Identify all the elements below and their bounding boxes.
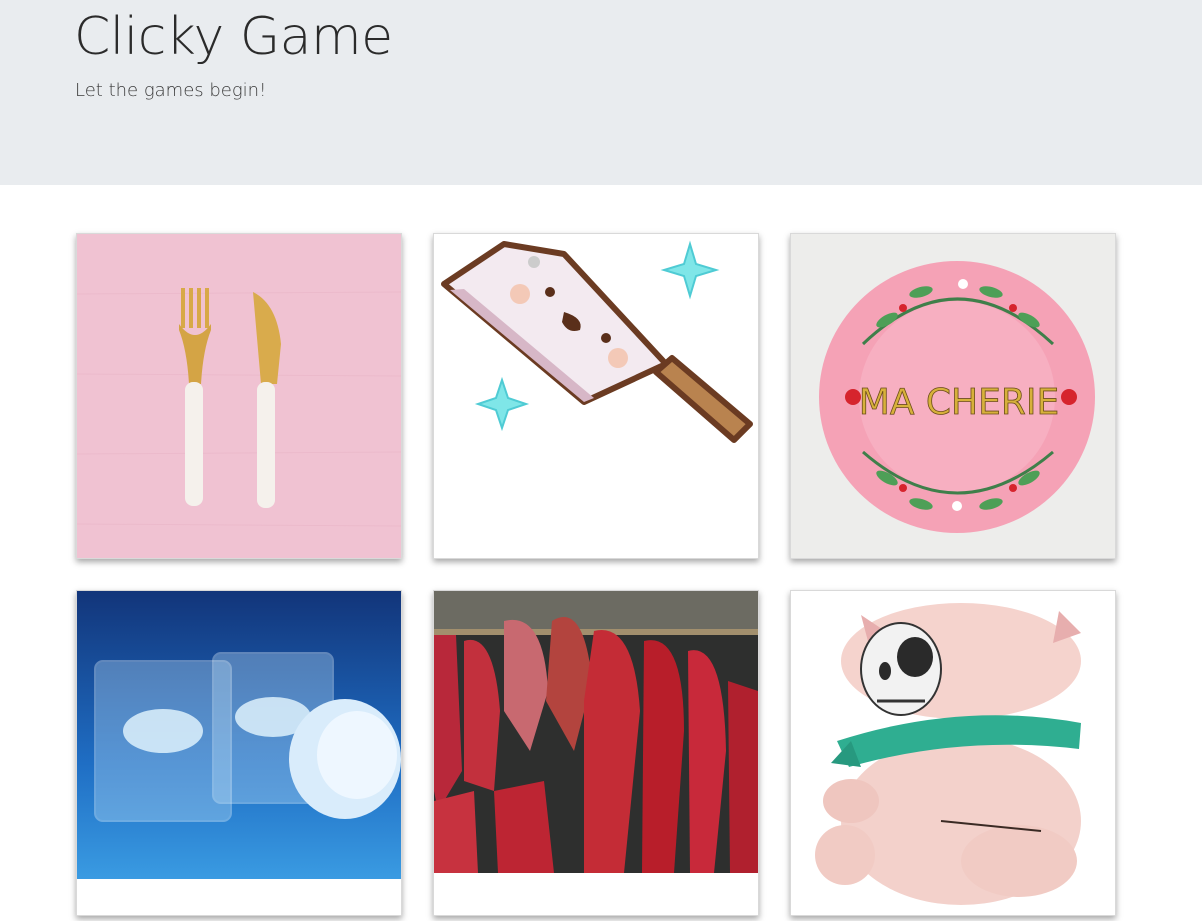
fork-knife-image	[77, 234, 401, 558]
page-title: Clicky Game	[74, 7, 393, 67]
hanging-meat-image	[434, 591, 758, 873]
cleaver-image	[434, 234, 758, 558]
plate-text: MA CHERIE	[859, 382, 1059, 423]
ice-glasses-image	[77, 591, 401, 879]
card-plate[interactable]: MA CHERIE	[790, 233, 1116, 559]
card-pig-jar[interactable]	[790, 590, 1116, 916]
card-fork-knife[interactable]	[76, 233, 402, 559]
card-ice-glasses[interactable]	[76, 590, 402, 916]
plate-image: MA CHERIE	[791, 234, 1115, 558]
card-cleaver[interactable]	[433, 233, 759, 559]
header-jumbotron: Clicky Game Let the games begin!	[0, 0, 1202, 185]
pig-jar-image	[791, 591, 1115, 915]
card-hanging-meat[interactable]	[433, 590, 759, 916]
page-subtitle: Let the games begin!	[75, 80, 267, 101]
